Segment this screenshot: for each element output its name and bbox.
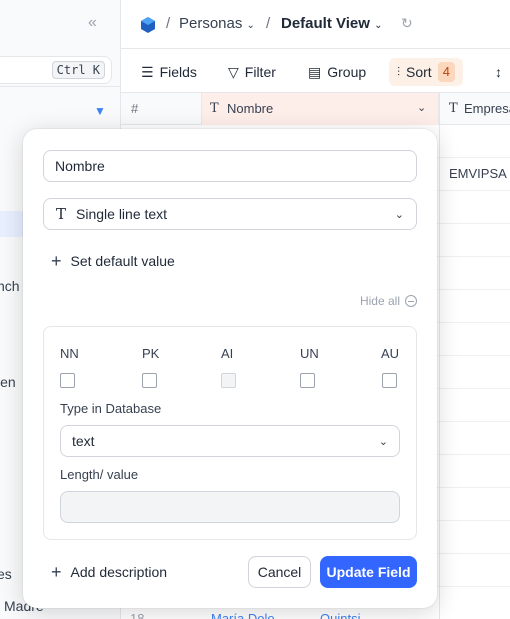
fields-button[interactable]: ☰ Fields [133, 58, 205, 86]
chevron-down-icon[interactable]: ▼ [94, 104, 106, 118]
not-null-checkbox[interactable] [60, 373, 75, 388]
column-header-label[interactable]: Empresa [464, 101, 510, 116]
search-box[interactable]: Ctrl K [0, 56, 112, 84]
row-number: 18 [130, 611, 145, 619]
sort-icon: ⫶ [397, 65, 401, 79]
flag-label-ai: AI [221, 346, 234, 361]
reload-icon[interactable]: ↻ [401, 15, 413, 32]
row-height-button[interactable]: ↕ [491, 58, 506, 86]
breadcrumb-table-label: Personas [179, 15, 243, 32]
sidebar-item-label[interactable]: nch [0, 278, 20, 294]
field-name-input[interactable] [43, 150, 417, 182]
text-type-icon: T [56, 205, 67, 223]
add-description-label: Add description [70, 564, 168, 580]
set-default-value-label: Set default value [70, 253, 175, 269]
flag-label-au: AU [381, 346, 400, 361]
sort-button[interactable]: ⫶ Sort 4 [389, 58, 463, 86]
set-default-value-button[interactable]: + Set default value [51, 251, 175, 271]
length-value-input[interactable] [60, 491, 400, 523]
cancel-button[interactable]: Cancel [248, 556, 311, 588]
fields-label: Fields [159, 64, 197, 80]
database-type-value: text [72, 433, 95, 449]
flag-label-nn: NN [60, 346, 79, 361]
collapse-sidebar-icon[interactable]: « [88, 14, 97, 32]
column-header-nombre[interactable]: T Nombre ⌄ [201, 93, 439, 125]
sort-count-badge: 4 [437, 62, 455, 82]
group-icon: ▤ [308, 64, 322, 80]
column-header-label: Nombre [227, 101, 274, 116]
auto-increment-checkbox [221, 373, 236, 388]
plus-icon: + [51, 562, 62, 582]
edit-field-modal: T Single line text ⌄ + Set default value… [23, 129, 437, 608]
unique-checkbox[interactable] [300, 373, 315, 388]
table-cell[interactable]: María Dolo... [211, 611, 285, 619]
column-divider [439, 93, 440, 619]
sort-label: Sort [406, 64, 432, 80]
row-height-icon: ↕ [495, 64, 502, 80]
sidebar-item-label[interactable]: es [0, 566, 12, 582]
breadcrumb-view[interactable]: Default View ⌄ [281, 15, 382, 32]
grid-header: # T Nombre ⌄ T Empresa [121, 93, 510, 125]
chevron-down-icon[interactable]: ⌄ [417, 101, 426, 114]
field-type-select[interactable]: T Single line text ⌄ [43, 198, 417, 230]
minus-circle-icon [405, 295, 417, 307]
chevron-down-icon: ⌄ [394, 208, 404, 221]
add-description-button[interactable]: + Add description [51, 562, 168, 582]
field-type-value: Single line text [76, 206, 168, 222]
list-icon: ☰ [141, 64, 154, 80]
top-bar: / Personas ⌄ / Default View ⌄ ↻ [121, 0, 510, 49]
breadcrumb-view-label: Default View [281, 15, 370, 32]
chevron-down-icon: ⌄ [378, 435, 388, 448]
hide-all-label: Hide all [359, 294, 400, 308]
column-header-index: # [131, 101, 139, 116]
auto-update-checkbox[interactable] [382, 373, 397, 388]
filter-icon: ▽ [228, 64, 239, 80]
flag-label-pk: PK [142, 346, 160, 361]
chevron-down-icon: ⌄ [374, 20, 383, 31]
breadcrumb-separator: / [266, 15, 271, 32]
length-value-label: Length/ value [60, 467, 139, 482]
chevron-down-icon: ⌄ [246, 20, 255, 31]
breadcrumb-table[interactable]: Personas ⌄ [179, 15, 255, 32]
hide-all-button[interactable]: Hide all [360, 294, 417, 308]
flag-label-un: UN [300, 346, 319, 361]
database-type-select[interactable]: text ⌄ [60, 425, 400, 457]
sidebar-item-label[interactable]: len [0, 374, 16, 390]
type-in-database-label: Type in Database [60, 401, 162, 416]
plus-icon: + [51, 251, 62, 271]
breadcrumb-separator: / [166, 15, 171, 32]
table-cell[interactable]: Quintsi... [320, 611, 371, 619]
filter-button[interactable]: ▽ Filter [220, 58, 284, 86]
group-label: Group [327, 64, 367, 80]
text-type-icon: T [449, 101, 458, 116]
primary-key-checkbox[interactable] [142, 373, 157, 388]
sidebar-divider [0, 86, 121, 87]
base-logo-icon [141, 17, 155, 33]
filter-label: Filter [244, 64, 276, 80]
text-type-icon: T [210, 101, 219, 116]
group-button[interactable]: ▤ Group [300, 58, 374, 86]
shortcut-badge: Ctrl K [51, 61, 105, 79]
advanced-options-panel: NN PK AI UN AU Type in Database text ⌄ L… [43, 326, 417, 540]
table-cell[interactable]: EMVIPSA [449, 166, 507, 181]
toolbar: ☰ Fields ▽ Filter ▤ Group ⫶ Sort 4 ↕ [121, 49, 510, 93]
update-field-button[interactable]: Update Field [320, 556, 417, 588]
